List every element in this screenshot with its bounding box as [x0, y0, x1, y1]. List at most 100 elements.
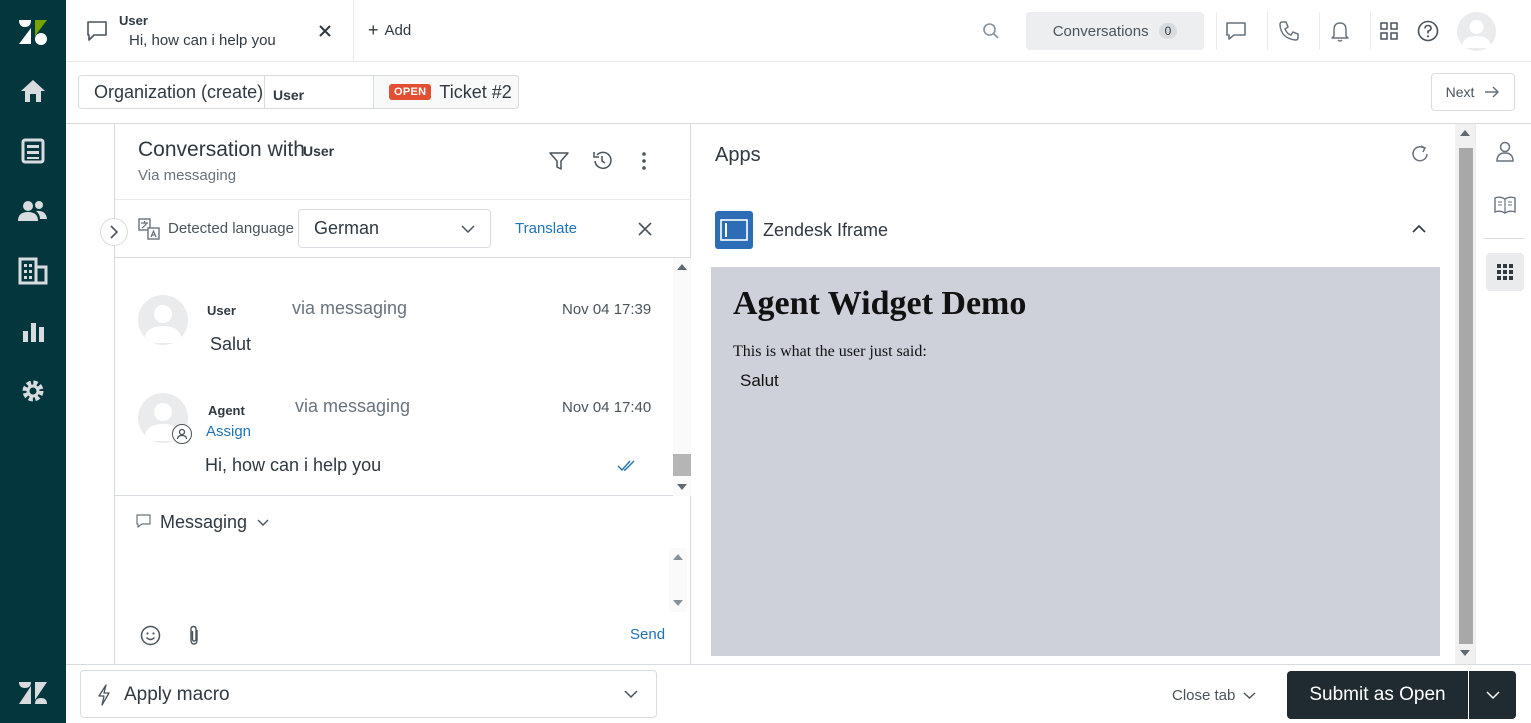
composer-scrollbar[interactable] — [669, 548, 687, 612]
history-icon[interactable] — [591, 150, 613, 172]
zendesk-logo-icon[interactable] — [13, 11, 53, 51]
views-icon[interactable] — [13, 131, 53, 171]
organization-crumb[interactable]: Organization (create) — [78, 75, 265, 109]
detected-language-label: Detected language — [168, 220, 294, 237]
refresh-icon[interactable] — [1410, 144, 1430, 164]
chat-bubble-icon — [136, 514, 151, 529]
conversations-label: Conversations — [1052, 22, 1149, 40]
attachment-paperclip-icon[interactable] — [188, 625, 200, 646]
message-channel: via messaging — [295, 396, 411, 416]
agent-badge-icon — [172, 424, 192, 444]
close-tab-button[interactable]: Close tab — [1172, 677, 1256, 713]
lightning-bolt-icon — [97, 684, 111, 706]
search-icon[interactable] — [982, 22, 1000, 40]
message-timestamp: Nov 04 17:40 — [562, 399, 652, 416]
filter-icon[interactable] — [549, 151, 569, 171]
close-tab-label: Close tab — [1172, 686, 1236, 704]
organizations-icon[interactable] — [13, 251, 53, 291]
assign-link[interactable]: Assign — [206, 423, 251, 440]
ticket-label: Ticket #2 — [439, 81, 512, 102]
home-icon[interactable] — [13, 71, 53, 111]
conversation-header: Conversation with User Via messaging — [115, 124, 691, 200]
divider — [1484, 238, 1524, 239]
close-translation-icon[interactable] — [638, 222, 652, 236]
app-iframe: Agent Widget Demo This is what the user … — [711, 267, 1440, 656]
divider — [1319, 12, 1320, 50]
notifications-bell-icon[interactable] — [1327, 12, 1353, 50]
conversations-button[interactable]: Conversations 0 — [1026, 12, 1204, 50]
collapse-chevron-up-icon[interactable] — [1412, 224, 1426, 233]
zendesk-z-icon[interactable] — [13, 673, 53, 713]
ticket-breadcrumb-bar: Organization (create) User OPEN Ticket #… — [66, 62, 1531, 124]
knowledge-book-icon[interactable] — [1486, 186, 1524, 224]
plus-icon: + — [368, 20, 379, 40]
apps-grid-active-icon[interactable] — [1486, 253, 1524, 291]
chevron-down-icon — [1485, 691, 1500, 699]
organization-label: Organization (create) — [94, 81, 264, 102]
phone-icon[interactable] — [1276, 12, 1302, 50]
app-name: Zendesk Iframe — [763, 220, 889, 240]
widget-user-message: Salut — [740, 371, 779, 390]
help-icon[interactable] — [1416, 12, 1440, 50]
next-label: Next — [1445, 84, 1475, 100]
scrollbar-thumb[interactable] — [1459, 148, 1473, 644]
chevron-down-icon — [624, 690, 638, 698]
apps-title: Apps — [715, 144, 761, 166]
divider — [1267, 12, 1268, 50]
divider — [1370, 12, 1371, 50]
user-crumb[interactable]: User — [264, 75, 374, 109]
add-tab-button[interactable]: + Add — [368, 21, 411, 39]
user-avatar[interactable] — [1457, 12, 1496, 51]
message-list: User via messaging Nov 04 17:39 Salut Ag… — [115, 258, 691, 496]
send-button[interactable]: Send — [630, 626, 665, 643]
chat-bubble-icon — [86, 20, 108, 42]
language-select[interactable]: German — [298, 209, 491, 248]
ticket-crumb[interactable]: OPEN Ticket #2 — [373, 75, 519, 109]
add-tab-label: Add — [384, 21, 412, 39]
submit-button[interactable]: Submit as Open — [1287, 671, 1468, 719]
conversation-panel: Conversation with User Via messaging Det… — [114, 124, 691, 664]
widget-description: This is what the user just said: — [733, 343, 927, 360]
apply-macro-select[interactable]: Apply macro — [80, 670, 657, 718]
translate-button[interactable]: Translate — [515, 220, 577, 237]
chevron-right-icon — [109, 225, 119, 239]
conversation-title-user: User — [303, 143, 335, 159]
settings-gear-icon[interactable] — [13, 371, 53, 411]
expand-panel-button[interactable] — [100, 218, 128, 246]
top-bar: User Hi, how can i help you + Add Conver… — [66, 0, 1531, 62]
message-timestamp: Nov 04 17:39 — [562, 301, 652, 318]
divider — [1216, 12, 1217, 50]
apply-macro-label: Apply macro — [124, 684, 230, 705]
message-textarea[interactable] — [135, 548, 675, 608]
user-crumb-label: User — [273, 87, 305, 103]
customer-context-icon[interactable] — [1486, 133, 1524, 171]
translate-icon — [138, 218, 160, 240]
submit-label: Submit as Open — [1309, 684, 1446, 705]
conversation-subtitle: Via messaging — [138, 167, 237, 184]
apps-scrollbar[interactable] — [1455, 124, 1475, 664]
message-author: User — [207, 303, 236, 318]
reporting-icon[interactable] — [13, 311, 53, 351]
next-button[interactable]: Next — [1431, 73, 1515, 111]
arrow-right-icon — [1484, 86, 1500, 98]
left-nav — [0, 0, 66, 723]
channel-selector[interactable]: Messaging — [160, 512, 269, 533]
more-options-icon[interactable] — [641, 151, 647, 171]
close-icon[interactable] — [318, 24, 332, 38]
submit-options-button[interactable] — [1469, 671, 1516, 719]
emoji-icon[interactable] — [140, 625, 161, 646]
message-scrollbar[interactable] — [673, 258, 691, 496]
ticket-footer: Apply macro Close tab Submit as Open — [66, 664, 1531, 723]
chat-icon[interactable] — [1223, 12, 1249, 50]
message-author: Agent — [208, 403, 245, 418]
composer: Messaging Send — [115, 496, 691, 664]
customers-icon[interactable] — [13, 191, 53, 231]
tab-message-preview: Hi, how can i help you — [129, 32, 276, 49]
conversation-tab[interactable]: User Hi, how can i help you — [66, 0, 354, 62]
widget-title: Agent Widget Demo — [733, 285, 1027, 322]
chevron-down-icon — [1243, 691, 1256, 699]
translation-bar: Detected language German Translate — [115, 200, 691, 258]
message-body: Hi, how can i help you — [205, 455, 382, 475]
scrollbar-thumb[interactable] — [673, 454, 691, 476]
apps-grid-icon[interactable] — [1378, 12, 1400, 50]
